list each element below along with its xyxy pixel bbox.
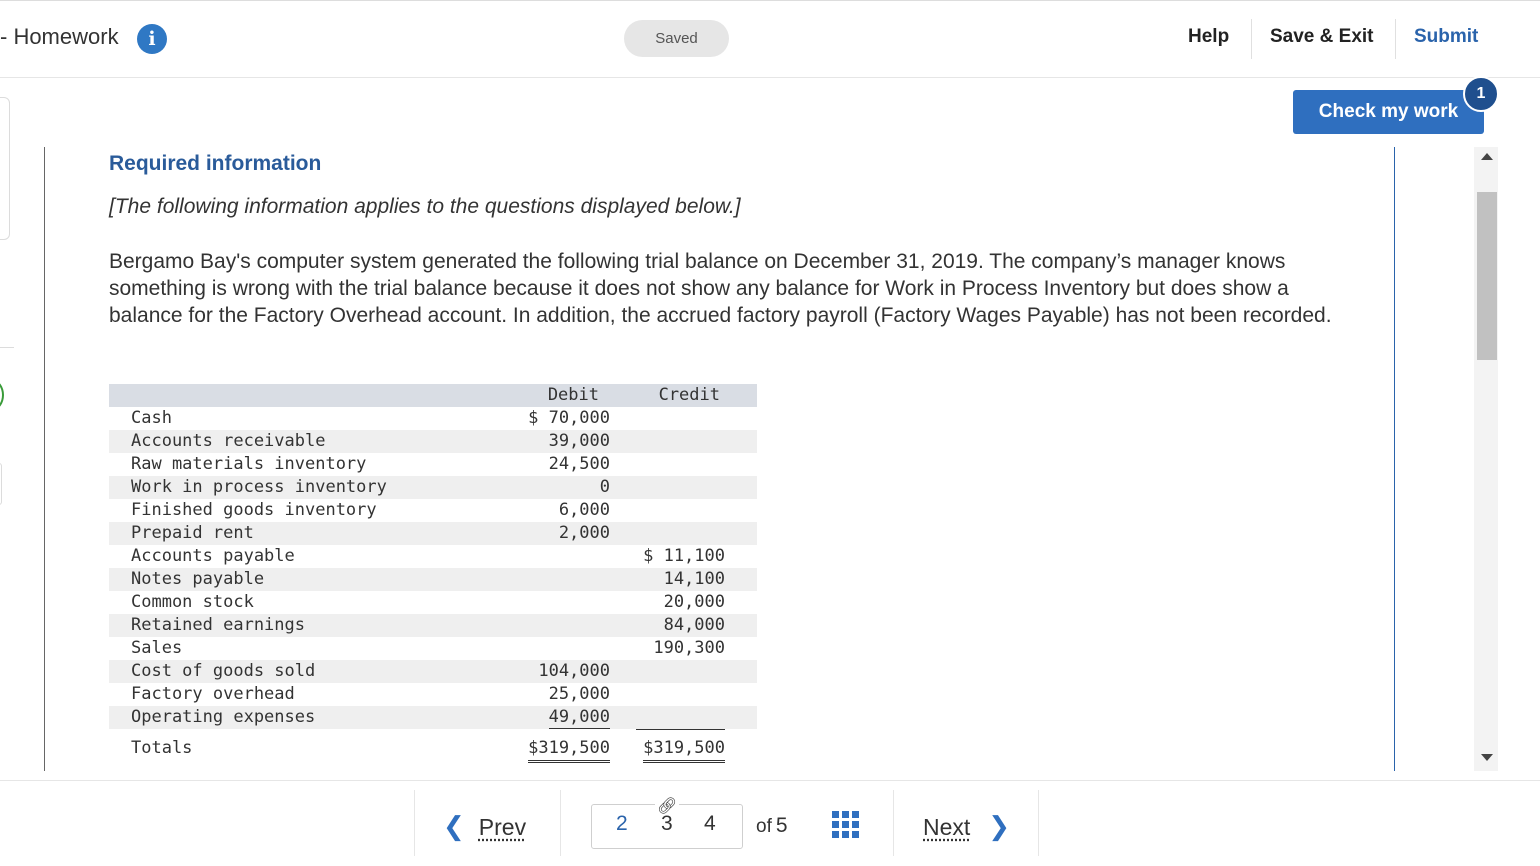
left-panel-box: [0, 463, 2, 505]
info-icon[interactable]: i: [137, 24, 167, 54]
debit-column-header: Debit: [547, 385, 599, 405]
credit-amount: 20,000: [663, 592, 725, 612]
totals-credit: $319,500: [643, 738, 725, 763]
chevron-left-icon: ❮: [443, 811, 465, 841]
page-number[interactable]: 3: [661, 812, 673, 836]
credit-subtotal-rule: [636, 729, 725, 730]
table-row: Operating expenses 49,000: [109, 706, 757, 729]
check-my-work-button[interactable]: Check my work: [1293, 90, 1484, 134]
account-name: Cash: [131, 408, 172, 428]
chevron-right-icon: ❯: [988, 811, 1011, 841]
left-status-ring: [0, 380, 4, 410]
page-number[interactable]: 4: [704, 812, 716, 836]
account-name: Operating expenses: [131, 707, 316, 727]
debit-amount: 104,000: [538, 661, 610, 681]
next-label: Next: [923, 814, 971, 840]
trial-balance-table: Debit Credit Cash $ 70,000 Accounts receiv…: [109, 384, 757, 767]
table-header-row: Debit Credit: [109, 384, 757, 407]
account-name: Accounts receivable: [131, 431, 326, 451]
account-name: Retained earnings: [131, 615, 305, 635]
save-exit-button[interactable]: Save & Exit: [1270, 26, 1374, 48]
table-row: Accounts payable $ 11,100: [109, 545, 757, 568]
page-number-current[interactable]: 2: [616, 812, 628, 836]
account-name: Raw materials inventory: [131, 454, 367, 474]
credit-amount: 190,300: [653, 638, 725, 658]
content-frame-left-border: [44, 147, 45, 771]
table-row: Prepaid rent 2,000: [109, 522, 757, 545]
debit-amount: 25,000: [548, 684, 610, 704]
credit-amount: 84,000: [663, 615, 725, 635]
prev-label: Prev: [478, 814, 527, 840]
help-button[interactable]: Help: [1188, 26, 1229, 48]
credit-column-header: Credit: [658, 385, 720, 405]
debit-amount: 24,500: [548, 454, 610, 474]
totals-label: Totals: [131, 738, 193, 758]
table-row: Finished goods inventory 6,000: [109, 499, 757, 522]
account-name: Prepaid rent: [131, 523, 254, 543]
left-panel-card: [0, 97, 10, 240]
applies-note: [The following information applies to th…: [109, 195, 741, 218]
account-name: Accounts payable: [131, 546, 295, 566]
scroll-down-arrow-icon[interactable]: [1481, 754, 1493, 761]
table-row: Accounts receivable 39,000: [109, 430, 757, 453]
footer-divider: [893, 790, 894, 856]
of-label: of: [756, 816, 772, 837]
page-count: of 5: [756, 814, 788, 838]
account-name: Cost of goods sold: [131, 661, 316, 681]
table-row: Common stock 20,000: [109, 591, 757, 614]
table-row: Retained earnings 84,000: [109, 614, 757, 637]
debit-amount: 0: [599, 477, 610, 497]
table-row: Notes payable 14,100: [109, 568, 757, 591]
check-attempts-badge: 1: [1463, 76, 1499, 112]
account-name: Sales: [131, 638, 183, 658]
account-name: Common stock: [131, 592, 254, 612]
account-name: Work in process inventory: [131, 477, 387, 497]
debit-amount: 6,000: [558, 500, 610, 520]
required-information-heading: Required information: [109, 152, 322, 175]
debit-amount: 49,000: [548, 707, 610, 729]
debit-amount: 39,000: [548, 431, 610, 451]
header-divider: [1395, 19, 1396, 59]
total-pages: 5: [775, 814, 788, 837]
table-row: Cash $ 70,000: [109, 407, 757, 430]
content-frame-right-border: [1394, 147, 1395, 771]
prev-button[interactable]: ❮ Prev: [443, 811, 526, 842]
debit-amount: $ 70,000: [528, 408, 610, 428]
table-row: Cost of goods sold 104,000: [109, 660, 757, 683]
scroll-up-arrow-icon[interactable]: [1481, 153, 1493, 160]
account-name: Notes payable: [131, 569, 265, 589]
totals-debit: $319,500: [528, 738, 610, 763]
saved-status-badge: Saved: [624, 20, 729, 57]
account-name: Factory overhead: [131, 684, 295, 704]
scrollbar-thumb[interactable]: [1477, 192, 1497, 360]
left-panel-divider: [0, 347, 14, 348]
assignment-title: - Homework: [0, 24, 119, 49]
credit-amount: 14,100: [663, 569, 725, 589]
grid-icon[interactable]: [832, 811, 859, 838]
submit-button[interactable]: Submit: [1414, 26, 1478, 48]
problem-description: Bergamo Bay's computer system generated …: [109, 250, 1332, 327]
account-name: Finished goods inventory: [131, 500, 377, 520]
debit-amount: 2,000: [558, 523, 610, 543]
credit-amount: $ 11,100: [643, 546, 725, 566]
table-row: Work in process inventory 0: [109, 476, 757, 499]
top-bar: - Homework i Saved Help Save & Exit Subm…: [0, 0, 1540, 78]
table-row: Raw materials inventory 24,500: [109, 453, 757, 476]
footer-divider: [560, 790, 561, 856]
totals-row: Totals $319,500 $319,500: [109, 729, 757, 767]
next-button[interactable]: Next ❯: [923, 811, 1010, 842]
table-row: Sales 190,300: [109, 637, 757, 660]
header-divider: [1251, 19, 1252, 59]
table-row: Factory overhead 25,000: [109, 683, 757, 706]
footer-divider: [414, 790, 415, 856]
footer-divider: [1038, 790, 1039, 856]
